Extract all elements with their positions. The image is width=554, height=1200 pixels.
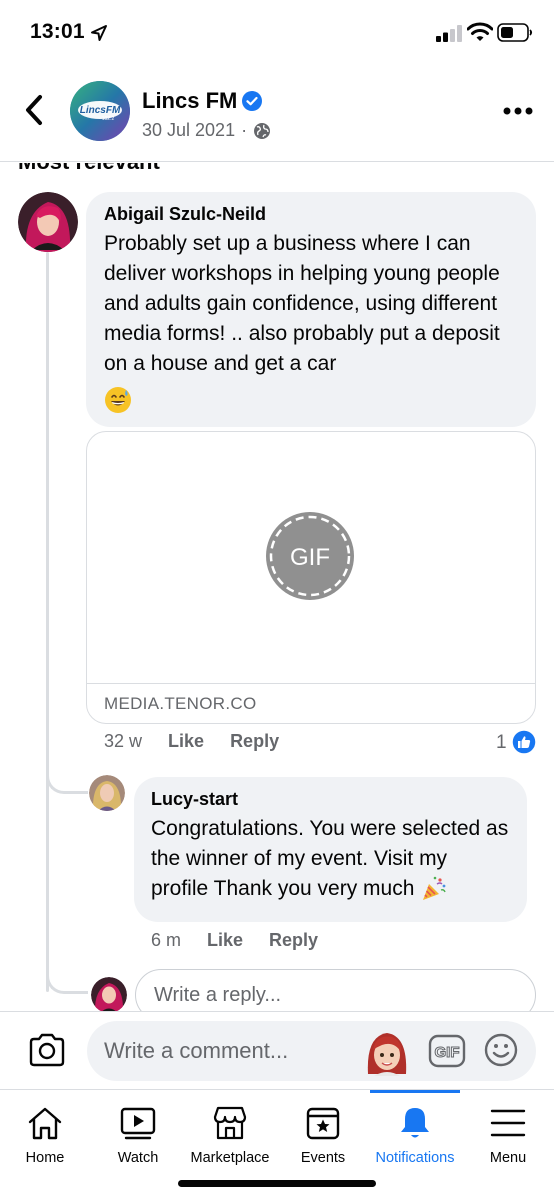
page-avatar[interactable]: LincsFM 102.2 (70, 81, 130, 141)
thread-connector (46, 960, 88, 994)
emoji-icon[interactable] (484, 1033, 518, 1067)
gif-attachment[interactable]: GIF MEDIA.TENOR.CO (86, 431, 536, 724)
more-options-icon[interactable] (503, 106, 533, 116)
wifi-icon (467, 22, 493, 41)
verified-badge-icon (242, 91, 262, 111)
tab-label: Marketplace (190, 1150, 270, 1166)
reply-text: Congratulations. You were selected as th… (151, 814, 510, 904)
comment-input-placeholder: Write a comment... (104, 1038, 289, 1063)
tab-marketplace[interactable]: Marketplace (184, 1090, 276, 1180)
like-button[interactable]: Like (168, 731, 204, 752)
like-reaction-icon[interactable] (511, 729, 537, 755)
svg-text:GIF: GIF (290, 544, 330, 571)
comment-author[interactable]: Abigail Szulc-Neild (104, 204, 518, 225)
tab-label: Notifications (375, 1150, 455, 1166)
camera-icon[interactable] (28, 1032, 66, 1068)
reply-bubble[interactable]: Lucy-start Congratulations. You were sel… (134, 777, 527, 922)
commenter-avatar[interactable] (18, 192, 78, 252)
current-user-avatar (91, 977, 127, 1013)
tab-label: Watch (117, 1150, 159, 1166)
menu-icon (490, 1109, 526, 1137)
comment-text: Probably set up a business where I can d… (104, 229, 518, 415)
comment-actions: 32 w Like Reply (104, 731, 305, 752)
reply-author[interactable]: Lucy-start (151, 789, 510, 810)
tab-menu[interactable]: Menu (462, 1090, 554, 1180)
status-bar: 13:01 (0, 0, 554, 62)
party-popper-icon (423, 877, 446, 901)
tab-events[interactable]: Events (278, 1090, 368, 1180)
reply-button[interactable]: Reply (230, 731, 279, 752)
comment-input[interactable]: Write a comment... (87, 1021, 536, 1081)
sort-label-wrap: Most relevant (0, 163, 554, 178)
gif-source[interactable]: MEDIA.TENOR.CO (104, 694, 257, 714)
location-arrow-icon (91, 25, 107, 41)
comment-body: Probably set up a business where I can d… (104, 232, 500, 375)
globe-icon (254, 122, 271, 139)
gif-play-icon[interactable]: GIF (265, 511, 355, 601)
marketplace-icon (213, 1106, 247, 1140)
status-time: 13:01 (30, 20, 85, 43)
comment-composer: Write a comment... GIF (0, 1011, 554, 1089)
reply-time[interactable]: 6 m (151, 930, 181, 951)
post-meta: 30 Jul 2021 · (142, 120, 271, 141)
post-date[interactable]: 30 Jul 2021 (142, 120, 235, 141)
sort-label[interactable]: Most relevant (18, 163, 160, 175)
home-icon (28, 1107, 62, 1140)
avatar-sticker-icon[interactable] (362, 1028, 412, 1078)
page-name[interactable]: Lincs FM (142, 88, 237, 114)
reply-like-button[interactable]: Like (207, 930, 243, 951)
post-header: LincsFM 102.2 Lincs FM 30 Jul 2021 · (0, 62, 554, 162)
tab-watch[interactable]: Watch (92, 1090, 184, 1180)
svg-text:GIF: GIF (435, 1044, 460, 1061)
thread-connector (46, 760, 88, 794)
bell-icon (401, 1108, 429, 1138)
reply-author-avatar[interactable] (89, 775, 125, 811)
tab-label: Menu (489, 1150, 527, 1166)
meta-separator: · (241, 120, 248, 140)
reply-input-placeholder: Write a reply... (154, 983, 282, 1006)
svg-text:LincsFM: LincsFM (80, 105, 121, 116)
reply-reply-button[interactable]: Reply (269, 930, 318, 951)
thread-line (46, 252, 49, 992)
tab-label: Home (25, 1150, 65, 1166)
comment-bubble[interactable]: Abigail Szulc-Neild Probably set up a bu… (86, 192, 536, 427)
gif-preview[interactable]: GIF (87, 432, 535, 684)
back-arrow-icon[interactable] (20, 92, 50, 128)
reaction-count[interactable]: 1 (496, 732, 507, 754)
tab-home[interactable]: Home (0, 1090, 90, 1180)
gif-icon[interactable]: GIF (428, 1034, 466, 1068)
active-tab-indicator (370, 1090, 460, 1093)
home-indicator[interactable] (178, 1180, 376, 1187)
lincs-fm-logo: LincsFM 102.2 (70, 81, 130, 141)
grinning-face-with-sweat-icon (105, 387, 131, 414)
comment-time[interactable]: 32 w (104, 731, 142, 752)
cellular-signal-icon (436, 25, 462, 42)
svg-text:102.2: 102.2 (102, 116, 115, 122)
watch-icon (120, 1107, 156, 1140)
events-icon (306, 1107, 340, 1140)
battery-icon (497, 23, 533, 42)
tab-notifications[interactable]: Notifications (370, 1090, 460, 1180)
reply-actions: 6 m Like Reply (151, 930, 344, 951)
tab-label: Events (300, 1150, 346, 1166)
reply-body: Congratulations. You were selected as th… (151, 817, 509, 900)
